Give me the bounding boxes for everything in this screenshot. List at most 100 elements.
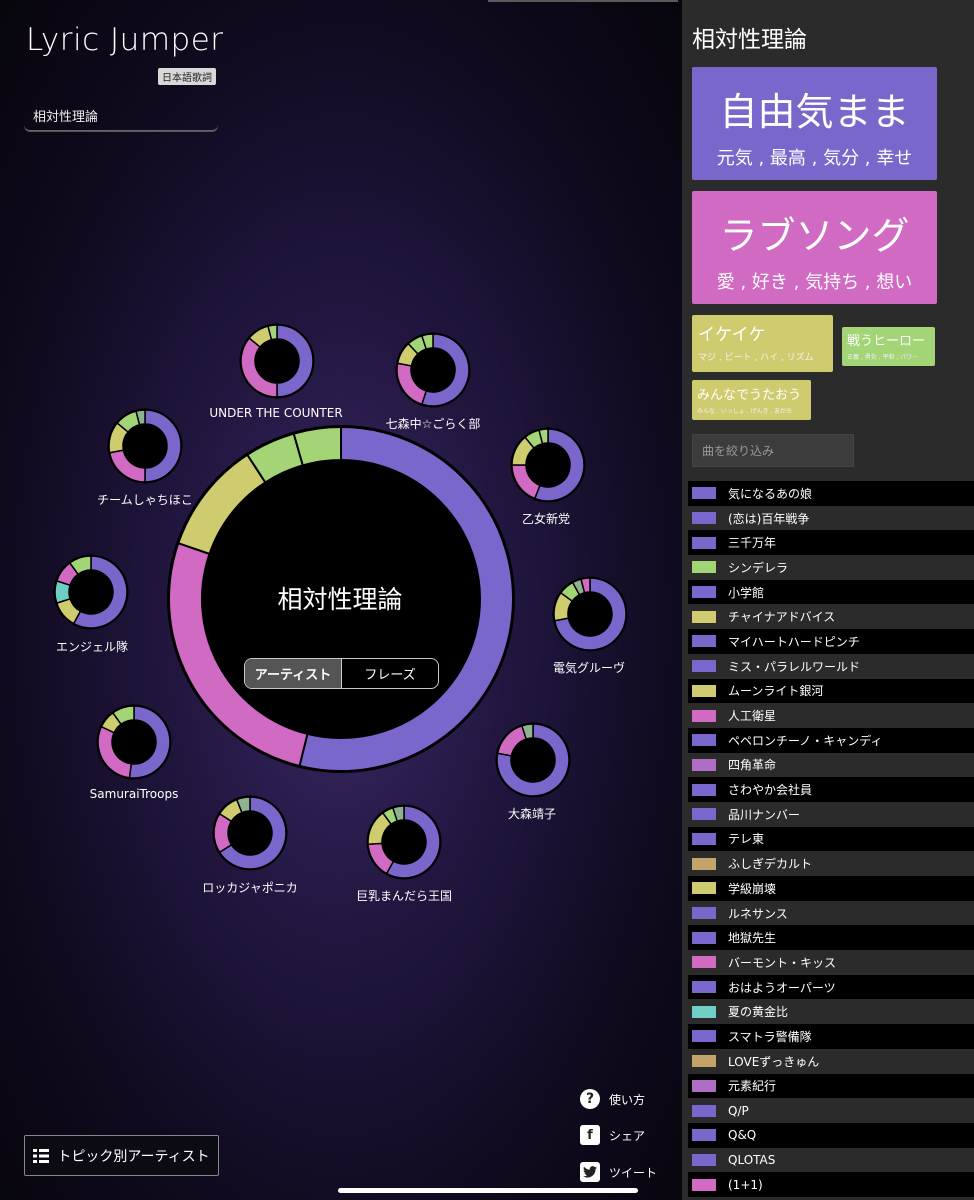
artist-donut[interactable] [395, 332, 471, 408]
artist-name-label[interactable]: 乙女新党 [522, 510, 570, 527]
share-link[interactable]: f シェア [580, 1125, 645, 1145]
topic-color-swatch [692, 487, 716, 500]
song-panel: 相対性理論 自由気まま 元気 , 最高 , 気分 , 幸せ ラブソング 愛 , … [682, 0, 974, 1200]
song-row[interactable]: ミス・パラレルワールド [688, 653, 974, 679]
artist-donut[interactable] [96, 704, 172, 780]
song-row[interactable]: テレ東 [688, 826, 974, 852]
song-row[interactable]: (恋は)百年戦争 [688, 505, 974, 531]
song-row[interactable]: QLOTAS [688, 1147, 974, 1173]
song-title: バーモント・キッス [728, 955, 837, 970]
song-row[interactable]: 気になるあの娘 [688, 481, 974, 506]
song-title: テレ東 [728, 832, 765, 847]
topic-color-swatch [692, 536, 716, 549]
song-title: 地獄先生 [728, 931, 777, 946]
topic-color-swatch [692, 808, 716, 821]
artist-donut-hole [382, 820, 426, 864]
artist-name-label[interactable]: 電気グルーヴ [553, 659, 625, 676]
topic-artist-button[interactable]: トピック別アーティスト [24, 1135, 219, 1176]
song-row[interactable]: バーモント・キッス [688, 950, 974, 975]
toggle-phrase[interactable]: フレーズ [342, 659, 438, 688]
song-row[interactable]: 品川ナンバー [688, 801, 974, 827]
song-row[interactable]: 学級崩壊 [688, 876, 974, 901]
artist-donut[interactable] [510, 427, 586, 503]
topic-card-free[interactable]: 自由気まま 元気 , 最高 , 気分 , 幸せ [692, 67, 937, 180]
song-row[interactable]: さわやか会社員 [688, 777, 974, 802]
topic-card-hero[interactable]: 戦うヒーロー 正義 , 勇気 , 平和 , パワー [842, 327, 935, 366]
song-row[interactable]: スマトラ警備隊 [688, 1024, 974, 1049]
song-row[interactable]: Q/P [688, 1098, 974, 1123]
artist-donut[interactable] [212, 795, 288, 871]
twitter-icon [580, 1162, 600, 1182]
list-icon [33, 1148, 50, 1163]
artist-donut[interactable] [495, 722, 571, 798]
song-row[interactable]: 人工衛星 [688, 703, 974, 728]
song-title: おはようオーパーツ [728, 980, 836, 995]
topic-color-swatch [692, 956, 716, 969]
song-row[interactable]: 小学館 [688, 579, 974, 605]
topic-keywords: 正義 , 勇気 , 平和 , パワー [847, 354, 919, 361]
topic-color-swatch [692, 758, 716, 771]
topic-keywords: マジ , ビート , ハイ , リズム [698, 353, 814, 363]
artist-name-label[interactable]: UNDER THE COUNTER [209, 406, 342, 420]
song-row[interactable]: シンデレラ [688, 555, 974, 580]
song-row[interactable]: 地獄先生 [688, 925, 974, 951]
song-row[interactable]: ふしぎデカルト [688, 851, 974, 876]
artist-donut[interactable] [239, 323, 315, 399]
artist-name-label[interactable]: 七森中☆ごらく部 [386, 415, 481, 432]
artist-name-label[interactable]: SamuraiTroops [90, 787, 179, 801]
song-row[interactable]: ペペロンチーノ・キャンディ [688, 727, 974, 753]
song-title: 元素紀行 [728, 1079, 777, 1094]
song-title: Q&Q [728, 1128, 757, 1143]
song-title: LOVEずっきゅん [728, 1054, 820, 1069]
song-title: ルネサンス [728, 906, 788, 921]
topic-color-swatch [692, 783, 716, 796]
topic-card-ikeike[interactable]: イケイケ マジ , ビート , ハイ , リズム [692, 315, 833, 372]
song-row[interactable]: ムーンライト銀河 [688, 678, 974, 704]
topic-keywords: 元気 , 最高 , 気分 , 幸せ [716, 148, 913, 169]
song-row[interactable]: Q&Q [688, 1122, 974, 1148]
song-row[interactable]: LOVEずっきゅん [688, 1048, 974, 1074]
artist-donut[interactable] [107, 408, 183, 484]
topic-color-swatch [692, 832, 716, 845]
artist-donut-hole [511, 738, 555, 782]
artist-name-label[interactable]: エンジェル隊 [56, 638, 128, 655]
tweet-link[interactable]: ツイート [580, 1162, 657, 1182]
topic-color-swatch [692, 931, 716, 944]
song-row[interactable]: 元素紀行 [688, 1073, 974, 1099]
song-row[interactable]: 三千万年 [688, 530, 974, 556]
song-title: ペペロンチーノ・キャンディ [728, 733, 883, 748]
topic-title: ラブソング [719, 214, 910, 258]
song-row[interactable]: チャイナアドバイス [688, 604, 974, 630]
song-title: シンデレラ [728, 560, 789, 575]
artist-donut-hole [228, 811, 272, 855]
topic-keywords: 愛 , 好き , 気持ち , 想い [716, 272, 913, 293]
help-link[interactable]: ? 使い方 [580, 1089, 645, 1109]
topic-title: 戦うヒーロー [847, 334, 926, 349]
artist-donut[interactable] [552, 576, 628, 652]
song-row[interactable]: 夏の黄金比 [688, 999, 974, 1025]
main-ring-segment[interactable] [292, 425, 342, 467]
topic-color-swatch [692, 734, 716, 747]
artist-donut[interactable] [366, 804, 442, 880]
song-row[interactable]: 四角革命 [688, 752, 974, 778]
topic-color-swatch [692, 1055, 716, 1068]
song-row[interactable]: マイハートハードピンチ [688, 629, 974, 654]
artist-name-label[interactable]: ロッカジャポニカ [202, 879, 297, 896]
song-row[interactable]: (1+1) [688, 1172, 974, 1197]
artist-name-label[interactable]: チームしゃちほこ [97, 491, 193, 508]
toggle-artist[interactable]: アーティスト [245, 659, 342, 688]
question-icon: ? [580, 1089, 600, 1109]
topic-card-love[interactable]: ラブソング 愛 , 好き , 気持ち , 想い [692, 191, 937, 304]
artist-name-label[interactable]: 巨乳まんだら王国 [356, 887, 452, 904]
song-filter-input[interactable] [692, 434, 854, 467]
song-title: マイハートハードピンチ [728, 634, 860, 649]
artist-name-label[interactable]: 大森靖子 [508, 805, 556, 822]
song-row[interactable]: おはようオーパーツ [688, 974, 974, 1000]
topic-card-sing[interactable]: みんなでうたおう みんな , いっしょ , げんき , 友だち [692, 380, 811, 420]
artist-donut-hole [123, 424, 167, 468]
song-row[interactable]: ルネサンス [688, 900, 974, 926]
song-title: (恋は)百年戦争 [728, 511, 810, 526]
topic-title: みんなでうたおう [697, 388, 802, 403]
topic-title: 自由気まま [719, 90, 910, 134]
artist-donut[interactable] [53, 554, 129, 630]
